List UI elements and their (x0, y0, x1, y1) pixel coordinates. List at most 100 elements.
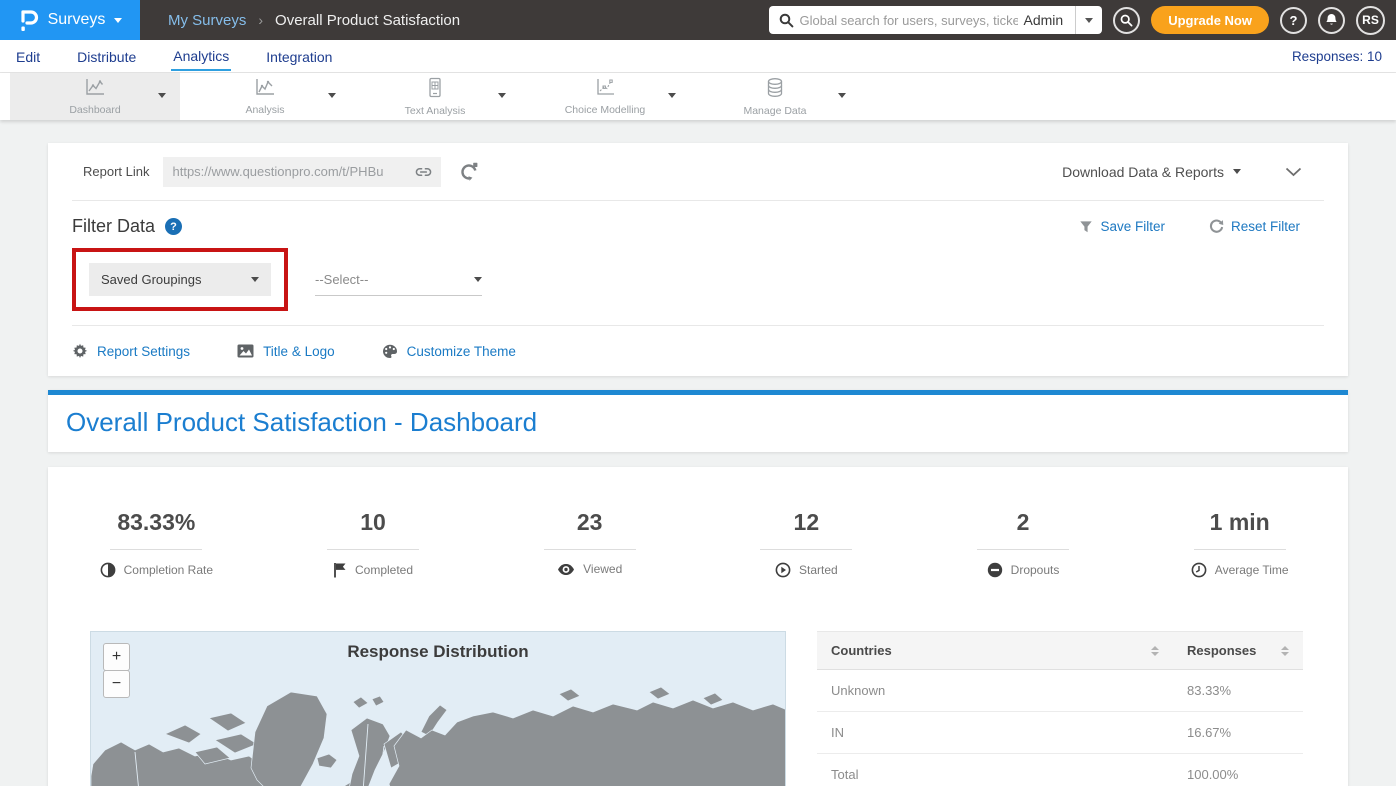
stat-value: 2 (915, 509, 1132, 536)
download-data-reports-menu[interactable]: Download Data & Reports (1062, 164, 1224, 180)
toolbar-text-analysis-label: Text Analysis (405, 105, 466, 117)
upgrade-now-button[interactable]: Upgrade Now (1151, 6, 1269, 34)
tab-edit[interactable]: Edit (14, 43, 42, 70)
reset-icon (1209, 219, 1224, 234)
funnel-icon (1079, 220, 1093, 234)
avatar[interactable]: RS (1356, 6, 1385, 35)
table-row: Total 100.00% (817, 754, 1303, 786)
search-icon (769, 13, 800, 28)
notifications-button[interactable] (1318, 7, 1345, 34)
branded-domain-icon[interactable] (459, 162, 479, 181)
flag-icon (333, 562, 347, 578)
chevron-down-icon[interactable] (668, 93, 676, 98)
toolbar-analysis[interactable]: Analysis (180, 73, 350, 120)
map-zoom-controls: + − (103, 643, 130, 698)
stat-label: Started (799, 563, 838, 577)
search-scope-label: Admin (1018, 12, 1076, 28)
survey-nav-tabs: Edit Distribute Analytics Integration Re… (0, 40, 1396, 73)
bell-icon (1325, 13, 1338, 27)
report-settings-link[interactable]: Report Settings (72, 343, 190, 359)
toolbar-manage-data[interactable]: Manage Data (690, 73, 860, 120)
filter-help-icon[interactable]: ? (165, 218, 182, 235)
dashboard-title-panel: Overall Product Satisfaction - Dashboard (48, 390, 1348, 452)
breadcrumb-separator: › (258, 12, 263, 28)
reset-filter-button[interactable]: Reset Filter (1209, 219, 1300, 234)
eye-icon (557, 563, 575, 576)
saved-groupings-dropdown[interactable]: Saved Groupings (89, 263, 271, 296)
toolbar-analysis-label: Analysis (245, 104, 284, 116)
toolbar-manage-data-label: Manage Data (743, 105, 806, 117)
annotation-highlight-box: Saved Groupings (72, 248, 288, 311)
stats-row: 83.33% Completion Rate 10 Completed 23 (48, 509, 1348, 578)
toolbar-choice-modelling-label: Choice Modelling (565, 104, 646, 116)
image-icon (237, 344, 254, 358)
chevron-down-icon[interactable] (158, 93, 166, 98)
saved-groupings-label: Saved Groupings (101, 272, 201, 287)
report-link-label: Report Link (83, 164, 149, 179)
title-logo-link[interactable]: Title & Logo (237, 344, 335, 359)
filter-data-title: Filter Data (72, 216, 155, 237)
link-icon[interactable] (415, 166, 432, 178)
stat-value: 83.33% (48, 509, 265, 536)
divider (327, 549, 419, 550)
topbar: Surveys My Surveys › Overall Product Sat… (0, 0, 1396, 40)
toolbar-dashboard-label: Dashboard (69, 104, 120, 116)
toolbar-text-analysis[interactable]: Text Analysis (350, 73, 520, 120)
stat-viewed: 23 Viewed (481, 509, 698, 578)
response-distribution-map: + − Response Distribution (90, 631, 786, 786)
report-link-row: Report Link https://www.questionpro.com/… (48, 143, 1348, 200)
surveys-product-menu[interactable]: Surveys (0, 0, 140, 40)
map-zoom-out-button[interactable]: − (103, 670, 130, 698)
table-row: Unknown 83.33% (817, 670, 1303, 712)
save-filter-button[interactable]: Save Filter (1079, 219, 1165, 234)
search-button[interactable] (1113, 7, 1140, 34)
stat-label: Viewed (583, 562, 622, 576)
filter-actions: Save Filter Reset Filter (1079, 219, 1324, 234)
chevron-down-icon (1085, 18, 1093, 23)
stat-value: 12 (698, 509, 915, 536)
report-link-input[interactable]: https://www.questionpro.com/t/PHBu (163, 157, 441, 187)
tab-integration[interactable]: Integration (264, 43, 334, 70)
stat-dropouts: 2 Dropouts (915, 509, 1132, 578)
document-grid-icon (425, 77, 445, 104)
filter-select-placeholder: --Select-- (315, 272, 368, 287)
tab-analytics[interactable]: Analytics (171, 42, 231, 71)
chevron-down-icon (251, 277, 259, 282)
chevron-down-icon (1233, 169, 1241, 174)
palette-icon (382, 344, 398, 359)
help-button[interactable]: ? (1280, 7, 1307, 34)
chevron-down-icon[interactable] (838, 93, 846, 98)
column-header-responses[interactable]: Responses (1173, 632, 1303, 670)
global-search-input[interactable] (800, 13, 1018, 28)
divider (544, 549, 636, 550)
search-scope-dropdown[interactable] (1075, 6, 1102, 34)
map-zoom-in-button[interactable]: + (103, 643, 130, 671)
customize-theme-link[interactable]: Customize Theme (382, 344, 516, 359)
chevron-down-icon[interactable] (498, 93, 506, 98)
chevron-down-icon (474, 277, 482, 282)
stat-value: 10 (265, 509, 482, 536)
dashboard-stats-panel: 83.33% Completion Rate 10 Completed 23 (48, 467, 1348, 786)
collapse-panel-chevron-icon[interactable] (1285, 167, 1302, 177)
report-link-url: https://www.questionpro.com/t/PHBu (172, 164, 409, 179)
stat-label: Completed (355, 563, 413, 577)
divider (1194, 549, 1286, 550)
sort-icon[interactable] (1151, 646, 1159, 656)
breadcrumb: My Surveys › Overall Product Satisfactio… (168, 12, 460, 29)
chevron-down-icon[interactable] (328, 93, 336, 98)
world-map[interactable] (91, 672, 786, 786)
responses-count: Responses: 10 (1292, 49, 1382, 64)
toolbar-dashboard[interactable]: Dashboard (10, 73, 180, 120)
tab-distribute[interactable]: Distribute (75, 43, 138, 70)
column-header-countries[interactable]: Countries (817, 632, 1173, 670)
countries-table: Countries Responses (817, 631, 1303, 786)
responses-cell: 16.67% (1173, 712, 1303, 754)
stat-value: 1 min (1131, 509, 1348, 536)
breadcrumb-my-surveys[interactable]: My Surveys (168, 12, 246, 29)
toolbar-choice-modelling[interactable]: Choice Modelling (520, 73, 690, 120)
page-content: Report Link https://www.questionpro.com/… (0, 120, 1396, 786)
half-circle-icon (100, 562, 116, 578)
sort-icon[interactable] (1281, 646, 1289, 656)
filter-select-dropdown[interactable]: --Select-- (315, 263, 482, 296)
stat-label: Completion Rate (124, 563, 213, 577)
